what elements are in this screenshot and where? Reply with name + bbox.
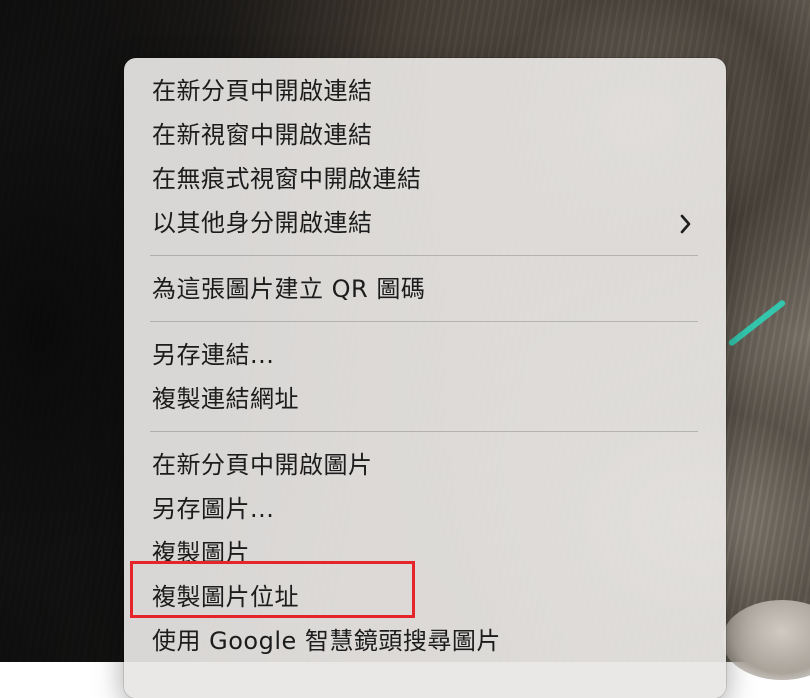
menu-separator <box>150 431 698 432</box>
menu-item-open-image-new-tab[interactable]: 在新分頁中開啟圖片 <box>152 443 373 487</box>
menu-item-open-link-new-window[interactable]: 在新視窗中開啟連結 <box>152 113 373 157</box>
menu-item-save-image-as[interactable]: 另存圖片... <box>152 487 274 531</box>
menu-item-copy-link-address[interactable]: 複製連結網址 <box>152 377 299 421</box>
chevron-right-icon <box>680 214 691 234</box>
menu-item-create-qr[interactable]: 為這張圖片建立 QR 圖碼 <box>152 267 425 311</box>
menu-item-search-with-google-lens[interactable]: 使用 Google 智慧鏡頭搜尋圖片 <box>152 619 501 663</box>
menu-item-save-link-as[interactable]: 另存連結... <box>152 333 274 377</box>
menu-separator <box>150 321 698 322</box>
menu-item-open-link-incognito[interactable]: 在無痕式視窗中開啟連結 <box>152 157 422 201</box>
menu-item-open-link-new-tab[interactable]: 在新分頁中開啟連結 <box>152 69 373 113</box>
highlight-box <box>130 561 415 618</box>
menu-separator <box>150 255 698 256</box>
menu-item-open-link-as[interactable]: 以其他身分開啟連結 <box>152 201 373 245</box>
